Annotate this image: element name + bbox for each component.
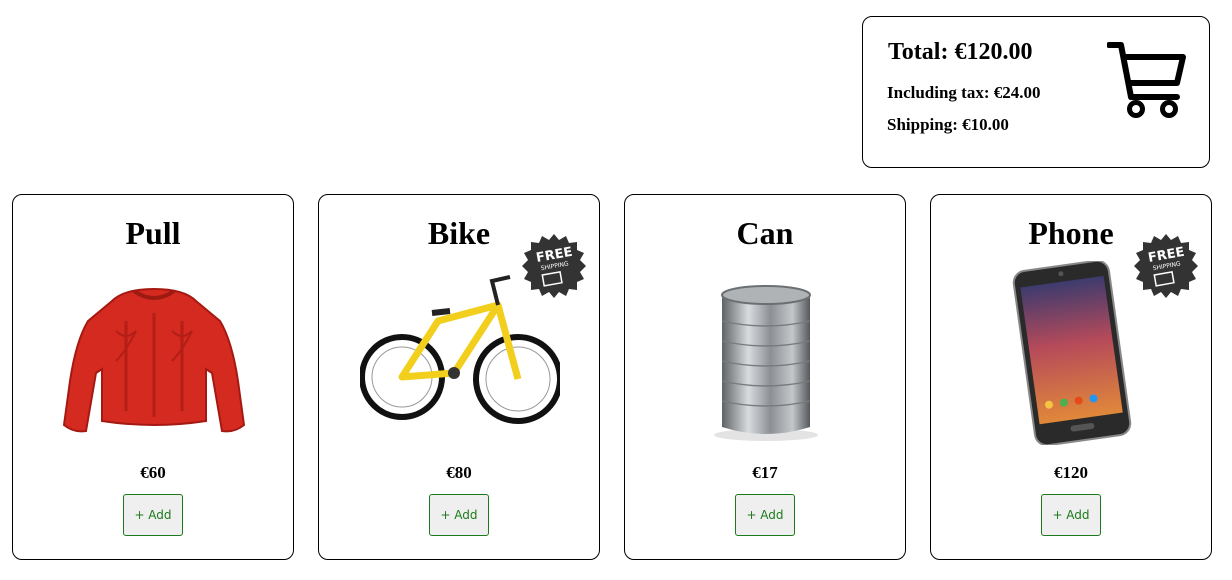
free-shipping-badge: FREE SHIPPING (522, 234, 586, 298)
product-name: Can (736, 215, 794, 251)
product-price: €17 (752, 463, 778, 482)
product-name: Pull (125, 215, 181, 251)
product-card-bike: Bike FREE SHIPPING €80 + Add (318, 194, 600, 560)
add-to-cart-button[interactable]: + Add (429, 494, 489, 536)
product-card-pull: Pull €60 + Add (12, 194, 294, 560)
add-to-cart-button[interactable]: + Add (1041, 494, 1101, 536)
add-to-cart-button[interactable]: + Add (735, 494, 795, 536)
shop-page: Total: €120.00 Including tax: €24.00 Shi… (0, 0, 1232, 580)
add-to-cart-button[interactable]: + Add (123, 494, 183, 536)
shopping-cart-icon[interactable] (1107, 41, 1189, 119)
cart-summary: Total: €120.00 Including tax: €24.00 Shi… (862, 16, 1210, 168)
sweater-image (62, 287, 246, 433)
product-price: €60 (140, 463, 166, 482)
cart-total: Total: €120.00 (888, 39, 1033, 65)
product-card-phone: Phone FREE SHIPPING €120 + Add (930, 194, 1212, 560)
product-price: €120 (1054, 463, 1088, 482)
free-shipping-badge: FREE SHIPPING (1134, 234, 1198, 298)
cart-shipping: Shipping: €10.00 (887, 115, 1009, 134)
product-price: €80 (446, 463, 472, 482)
cart-tax: Including tax: €24.00 (887, 83, 1041, 102)
tin-can-image (714, 285, 818, 441)
product-card-can: Can €17 + Add (624, 194, 906, 560)
